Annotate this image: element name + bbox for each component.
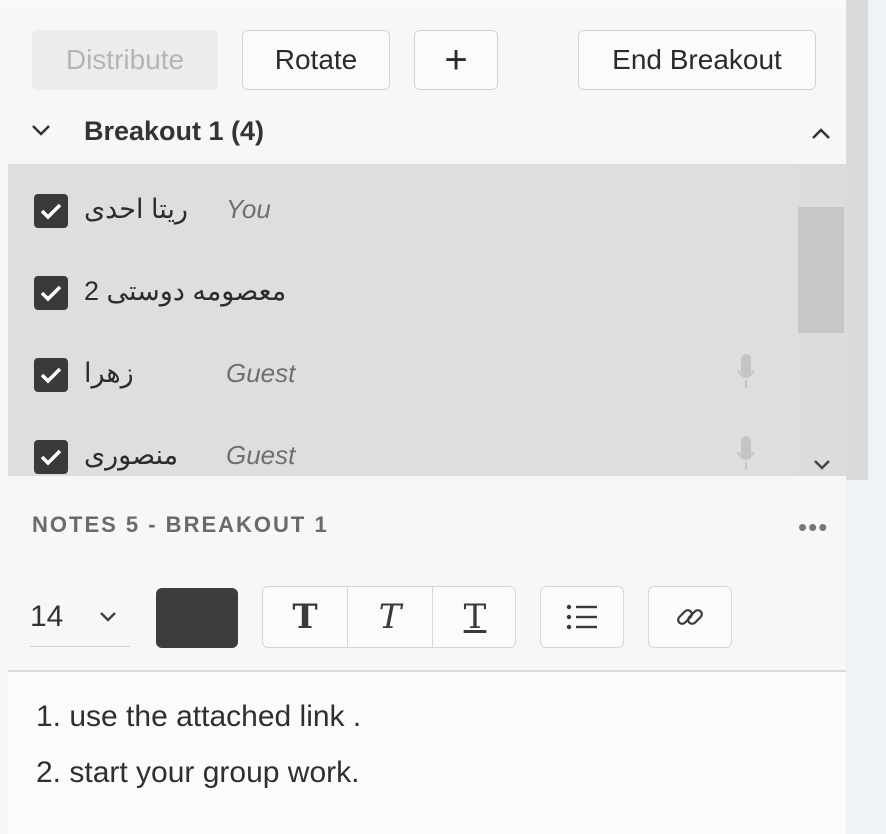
notes-line: 2. start your group work. bbox=[36, 756, 360, 789]
participant-role: Guest bbox=[226, 358, 296, 388]
participant-name: ریتا احدی bbox=[84, 194, 188, 224]
font-size-select[interactable]: 14 bbox=[30, 590, 130, 647]
italic-button[interactable]: T bbox=[348, 587, 432, 647]
checkbox-checked-icon[interactable] bbox=[34, 440, 68, 474]
checkbox-checked-icon[interactable] bbox=[34, 358, 68, 392]
breakout-title: Breakout 1 (4) bbox=[84, 116, 265, 146]
bulleted-list-button[interactable] bbox=[540, 586, 624, 648]
panel-scroll-column bbox=[846, 0, 868, 480]
font-size-value: 14 bbox=[30, 600, 64, 633]
participant-role: You bbox=[226, 194, 271, 224]
participant-role: Guest bbox=[226, 440, 296, 470]
top-edge bbox=[0, 0, 846, 8]
checkbox-checked-icon[interactable] bbox=[34, 194, 68, 228]
participant-list: ریتا احدی You معصومه دوستی 2 زهرا Guest … bbox=[8, 164, 798, 476]
microphone-icon[interactable] bbox=[736, 352, 756, 392]
link-icon bbox=[677, 609, 703, 625]
end-breakout-button[interactable]: End Breakout bbox=[578, 30, 816, 90]
participant-row[interactable]: زهرا Guest bbox=[8, 334, 798, 416]
participant-row[interactable]: ریتا احدی You bbox=[8, 170, 798, 252]
list-scrollbar-thumb[interactable] bbox=[798, 207, 844, 333]
bold-button[interactable]: T bbox=[263, 587, 347, 647]
bulleted-list-icon bbox=[566, 604, 597, 630]
checkbox-checked-icon[interactable] bbox=[34, 276, 68, 310]
microphone-icon[interactable] bbox=[736, 434, 756, 474]
chevron-down-icon[interactable] bbox=[812, 458, 832, 472]
more-options-icon[interactable]: ••• bbox=[798, 512, 828, 543]
chevron-down-icon[interactable] bbox=[30, 122, 52, 138]
text-style-group: T T T bbox=[262, 586, 516, 648]
breakout-header[interactable]: Breakout 1 (4) bbox=[0, 104, 846, 164]
notes-editor[interactable]: 1. use the attached link . 2. start your… bbox=[8, 672, 846, 834]
chevron-up-icon[interactable] bbox=[810, 126, 832, 142]
participant-name: معصومه دوستی 2 bbox=[84, 276, 287, 306]
distribute-button[interactable]: Distribute bbox=[32, 30, 218, 90]
underline-button[interactable]: T bbox=[433, 587, 517, 647]
notes-line: 1. use the attached link . bbox=[36, 700, 362, 733]
text-color-swatch[interactable] bbox=[156, 588, 238, 648]
insert-link-button[interactable] bbox=[648, 586, 732, 648]
notes-title: NOTES 5 - BREAKOUT 1 bbox=[32, 512, 329, 537]
add-breakout-button[interactable]: + bbox=[414, 30, 498, 90]
rotate-button[interactable]: Rotate bbox=[242, 30, 390, 90]
participant-name: زهرا bbox=[84, 358, 134, 388]
participant-row[interactable]: معصومه دوستی 2 bbox=[8, 252, 798, 334]
participant-row[interactable]: منصوری Guest bbox=[8, 416, 798, 476]
chevron-down-icon[interactable] bbox=[98, 610, 118, 624]
participant-name: منصوری bbox=[84, 440, 179, 470]
